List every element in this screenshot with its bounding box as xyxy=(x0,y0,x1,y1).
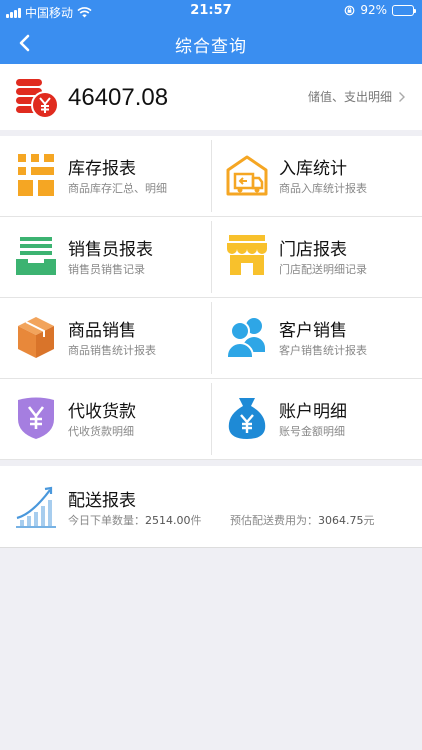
divider xyxy=(211,221,212,293)
customers-icon xyxy=(225,314,269,360)
chevron-right-icon xyxy=(399,91,405,102)
top-bar: 中国移动 21:57 92% 综合查询 xyxy=(0,0,422,64)
delivery-title: 配送报表 xyxy=(68,491,136,511)
grid-item-subtitle: 商品入库统计报表 xyxy=(279,182,367,195)
grid-item-title: 销售员报表 xyxy=(68,240,153,260)
inventory-grid-icon xyxy=(14,152,58,198)
balance-details-link[interactable]: 储值、支出明细 xyxy=(308,88,406,105)
grid-item-inventory[interactable]: 库存报表 商品库存汇总、明细 xyxy=(0,136,211,217)
divider xyxy=(211,140,212,212)
report-grid: 库存报表 商品库存汇总、明细 入库统计 商品入库统计报表 销售员报表 销售员销售… xyxy=(0,136,422,460)
grid-item-subtitle: 门店配送明细记录 xyxy=(279,263,367,276)
status-right: 92% xyxy=(344,3,416,17)
divider xyxy=(211,302,212,374)
storefront-icon xyxy=(225,233,269,279)
grid-item-subtitle: 代收货款明细 xyxy=(68,425,134,438)
grid-item-title: 代收货款 xyxy=(68,402,136,422)
grid-item-title: 库存报表 xyxy=(68,159,136,179)
package-box-icon xyxy=(14,314,58,360)
growth-chart-icon xyxy=(14,484,58,530)
orders-stat: 今日下单数量：2514.00件 xyxy=(68,512,202,528)
grid-item-title: 账户明细 xyxy=(279,402,347,422)
status-bar: 中国移动 21:57 92% xyxy=(0,0,422,22)
grid-item-product-sales[interactable]: 商品销售 商品销售统计报表 xyxy=(0,298,211,379)
grid-item-store[interactable]: 门店报表 门店配送明细记录 xyxy=(211,217,422,298)
divider xyxy=(211,383,212,455)
divider xyxy=(0,459,422,460)
money-bag-icon xyxy=(225,395,269,441)
delivery-report-item[interactable]: 配送报表 今日下单数量：2514.00件 预估配送费用为：3064.75元 xyxy=(0,466,422,548)
fee-label: 预估配送费用为： xyxy=(230,514,318,527)
grid-item-subtitle: 客户销售统计报表 xyxy=(279,344,367,357)
orders-value: 2514.00 xyxy=(145,514,191,527)
orders-label: 今日下单数量： xyxy=(68,514,145,527)
balance-section: 46407.08 储值、支出明细 xyxy=(0,64,422,130)
fee-stat: 预估配送费用为：3064.75元 xyxy=(230,512,375,528)
grid-item-title: 入库统计 xyxy=(279,159,347,179)
warehouse-truck-icon xyxy=(225,152,269,198)
grid-item-subtitle: 销售员销售记录 xyxy=(68,263,145,276)
balance-amount: 46407.08 xyxy=(68,84,169,111)
battery-icon xyxy=(392,4,416,16)
divider xyxy=(0,378,422,379)
battery-percent: 92% xyxy=(360,3,387,17)
coins-yen-icon xyxy=(14,75,60,121)
rotation-lock-icon xyxy=(344,5,355,15)
grid-item-subtitle: 商品库存汇总、明细 xyxy=(68,182,167,195)
grid-item-subtitle: 账号金额明细 xyxy=(279,425,345,438)
grid-item-inbound[interactable]: 入库统计 商品入库统计报表 xyxy=(211,136,422,217)
fee-value: 3064.75 xyxy=(318,514,364,527)
grid-item-salesperson[interactable]: 销售员报表 销售员销售记录 xyxy=(0,217,211,298)
grid-item-collection[interactable]: 代收货款 代收货款明细 xyxy=(0,379,211,460)
grid-item-customer-sales[interactable]: 客户销售 客户销售统计报表 xyxy=(211,298,422,379)
balance-details-label: 储值、支出明细 xyxy=(307,90,392,104)
yen-shield-icon xyxy=(14,395,58,441)
fee-unit: 元 xyxy=(363,514,375,527)
page-title: 综合查询 xyxy=(175,37,247,57)
divider xyxy=(0,297,422,298)
grid-item-title: 门店报表 xyxy=(279,240,347,260)
orders-unit: 件 xyxy=(190,514,202,527)
grid-item-title: 商品销售 xyxy=(68,321,136,341)
grid-item-subtitle: 商品销售统计报表 xyxy=(68,344,156,357)
inbox-tray-icon xyxy=(14,233,58,279)
grid-item-title: 客户销售 xyxy=(279,321,347,341)
divider xyxy=(0,216,422,217)
grid-item-account[interactable]: 账户明细 账号金额明细 xyxy=(211,379,422,460)
